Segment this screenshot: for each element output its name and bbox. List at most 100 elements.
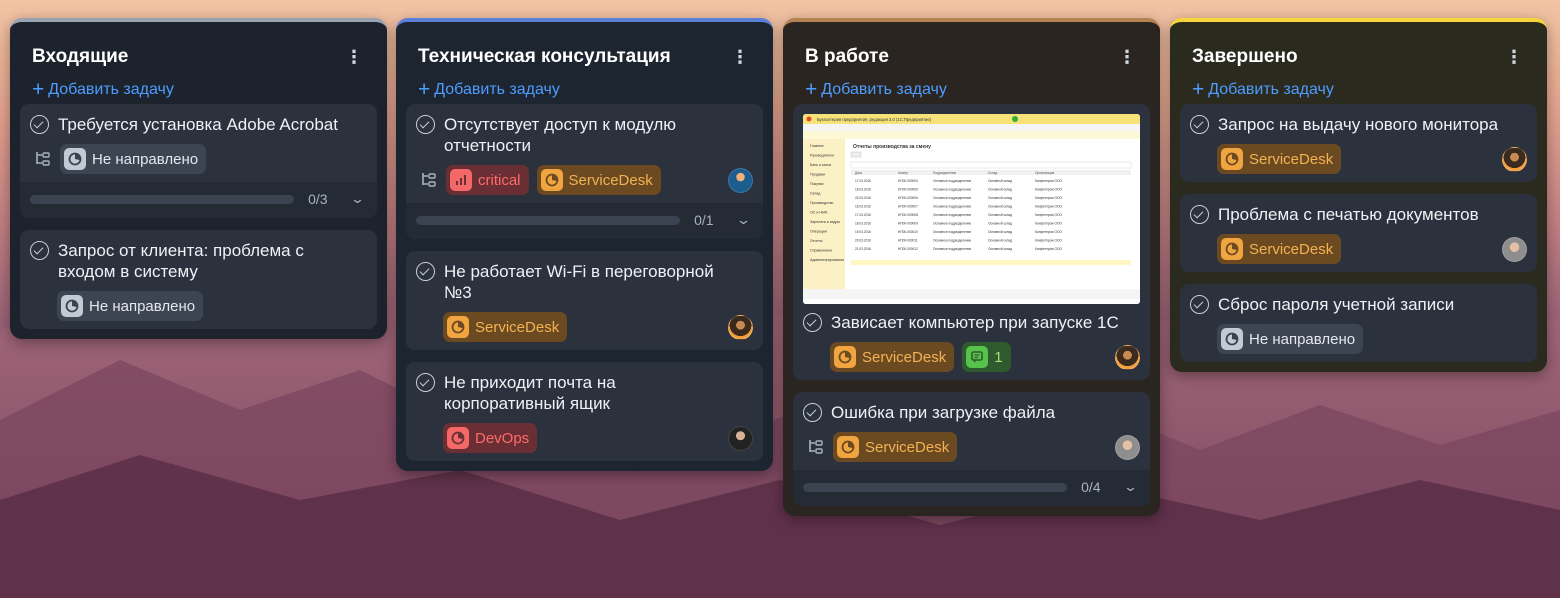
preview-sidebar-item: Покупки: [810, 182, 824, 186]
check-circle-icon[interactable]: [1190, 295, 1209, 314]
assignee-avatar[interactable]: [1115, 435, 1140, 460]
kebab-menu-icon[interactable]: ⋮: [731, 48, 749, 66]
tag-unassigned[interactable]: Не направлено: [57, 291, 204, 321]
progress-count: 0/1: [694, 212, 714, 228]
preview-cell: 20.03.2016: [855, 239, 871, 243]
tag-servicedesk[interactable]: ServiceDesk: [536, 165, 661, 195]
attachment-preview[interactable]: Бухгалтерия предприятия, редакция 3.0 (1…: [803, 114, 1140, 304]
tag-clock-icon: [1221, 238, 1243, 260]
preview-sidebar-item: ОС и НМА: [810, 211, 828, 215]
preview-cell: НП00-000011: [898, 239, 918, 243]
tag-servicedesk[interactable]: ServiceDesk: [1217, 234, 1342, 264]
add-task-label: Добавить задачу: [434, 81, 560, 98]
tag-label: ServiceDesk: [568, 171, 653, 189]
preview-cell: НП00-000004: [898, 179, 918, 183]
preview-cell: Основное подразделение: [933, 222, 971, 226]
kebab-menu-icon[interactable]: ⋮: [1505, 48, 1523, 66]
add-task-label: Добавить задачу: [1208, 81, 1334, 98]
tag-servicedesk[interactable]: ServiceDesk: [833, 432, 958, 462]
tag-unassigned[interactable]: Не направлено: [1217, 324, 1364, 354]
check-circle-icon[interactable]: [30, 115, 49, 134]
kanban-board: Входящие ⋮ + Добавить задачу Требуется ус…: [0, 0, 1560, 598]
progress-count: 0/4: [1081, 479, 1101, 495]
tag-label: Не направлено: [89, 297, 196, 315]
task-card[interactable]: Требуется установка Adobe Acrobat Не нап…: [20, 104, 377, 218]
add-task-button[interactable]: + Добавить задачу: [1192, 78, 1334, 102]
column-header: Входящие ⋮ + Добавить задачу: [20, 32, 377, 101]
tag-servicedesk[interactable]: ServiceDesk: [1217, 144, 1342, 174]
check-circle-icon[interactable]: [416, 115, 435, 134]
tag-critical[interactable]: critical: [446, 165, 529, 195]
task-card[interactable]: Проблема с печатью документов ServiceDes…: [1180, 194, 1537, 272]
preview-sidebar-item: Справочники: [810, 249, 832, 253]
preview-sidebar-item: Операции: [810, 230, 827, 234]
preview-cell: Конфетпром ООО: [1035, 230, 1062, 234]
assignee-avatar[interactable]: [728, 315, 753, 340]
signal-bars-icon: [450, 169, 472, 191]
chevron-down-icon[interactable]: ⌄: [350, 191, 365, 207]
check-circle-icon[interactable]: [1190, 115, 1209, 134]
assignee-avatar[interactable]: [728, 168, 753, 193]
check-circle-icon[interactable]: [30, 241, 49, 260]
task-card[interactable]: Сброс пароля учетной записи Не направлен…: [1180, 284, 1537, 362]
task-card[interactable]: Отсутствует доступ к модулю отчетности c…: [406, 104, 763, 239]
preview-column-header: Склад: [988, 171, 997, 175]
tag-clock-icon: [447, 427, 469, 449]
comments-badge[interactable]: 1: [962, 342, 1011, 372]
subtask-progress: 0/4 ⌄: [793, 470, 1150, 506]
preview-sidebar-item: Склад: [810, 192, 821, 196]
check-circle-icon[interactable]: [416, 373, 435, 392]
check-circle-icon[interactable]: [416, 262, 435, 281]
check-circle-icon[interactable]: [803, 403, 822, 422]
add-task-button[interactable]: + Добавить задачу: [805, 78, 947, 102]
task-title: Не приходит почта на корпоративный ящик: [444, 373, 616, 413]
preview-column-header: Дата: [855, 171, 862, 175]
progress-bar: [30, 194, 295, 204]
preview-cell: Основной склад: [988, 213, 1012, 217]
assignee-avatar[interactable]: [728, 426, 753, 451]
progress-count: 0/3: [308, 191, 328, 207]
chevron-down-icon[interactable]: ⌄: [1123, 479, 1138, 495]
task-card[interactable]: Не приходит почта на корпоративный ящик …: [406, 362, 763, 461]
task-card[interactable]: Запрос на выдачу нового монитора Service…: [1180, 104, 1537, 182]
preview-cell: Конфетпром ООО: [1035, 222, 1062, 226]
window-title: Бухгалтерия предприятия, редакция 3.0 (1…: [817, 117, 932, 122]
tag-devops[interactable]: DevOps: [443, 423, 538, 453]
chevron-down-icon[interactable]: ⌄: [736, 212, 751, 228]
tag-servicedesk[interactable]: ServiceDesk: [443, 312, 568, 342]
add-task-button[interactable]: + Добавить задачу: [32, 78, 174, 102]
tag-label: ServiceDesk: [1249, 150, 1334, 168]
preview-cell: Основной склад: [988, 230, 1012, 234]
column-in-progress: В работе ⋮ + Добавить задачу Бухгалтерия …: [783, 18, 1160, 516]
preview-cell: Основное подразделение: [933, 205, 971, 209]
column-title: Входящие: [32, 46, 129, 67]
progress-bar: [803, 482, 1068, 492]
tag-clock-icon: [1221, 148, 1243, 170]
task-title: Сброс пароля учетной записи: [1218, 295, 1455, 314]
preview-cell: Конфетпром ООО: [1035, 205, 1062, 209]
task-card[interactable]: Бухгалтерия предприятия, редакция 3.0 (1…: [793, 104, 1150, 380]
check-circle-icon[interactable]: [803, 313, 822, 332]
task-title: Запрос на выдачу нового монитора: [1218, 115, 1499, 134]
check-circle-icon[interactable]: [1190, 205, 1209, 224]
preview-sidebar-item: Производство: [810, 201, 833, 205]
column-title: Завершено: [1192, 46, 1298, 67]
assignee-avatar[interactable]: [1115, 345, 1140, 370]
task-title: Проблема с печатью документов: [1218, 205, 1479, 224]
kebab-menu-icon[interactable]: ⋮: [345, 48, 363, 66]
preview-cell: Основной склад: [988, 196, 1012, 200]
column-tech-consulting: Техническая консультация ⋮ + Добавить зад…: [396, 18, 773, 471]
task-card[interactable]: Не работает Wi-Fi в переговорной №3 Serv…: [406, 251, 763, 350]
task-card[interactable]: Ошибка при загрузке файла ServiceDesk 0/…: [793, 392, 1150, 506]
kebab-menu-icon[interactable]: ⋮: [1118, 48, 1136, 66]
tag-servicedesk[interactable]: ServiceDesk: [830, 342, 955, 372]
preview-cell: Основное подразделение: [933, 239, 971, 243]
preview-cell: Конфетпром ООО: [1035, 196, 1062, 200]
assignee-avatar[interactable]: [1502, 237, 1527, 262]
tag-clock-icon: [834, 346, 856, 368]
add-task-label: Добавить задачу: [821, 81, 947, 98]
assignee-avatar[interactable]: [1502, 147, 1527, 172]
tag-unassigned[interactable]: Не направлено: [60, 144, 207, 174]
task-card[interactable]: Запрос от клиента: проблема с входом в с…: [20, 230, 377, 329]
add-task-button[interactable]: + Добавить задачу: [418, 78, 560, 102]
